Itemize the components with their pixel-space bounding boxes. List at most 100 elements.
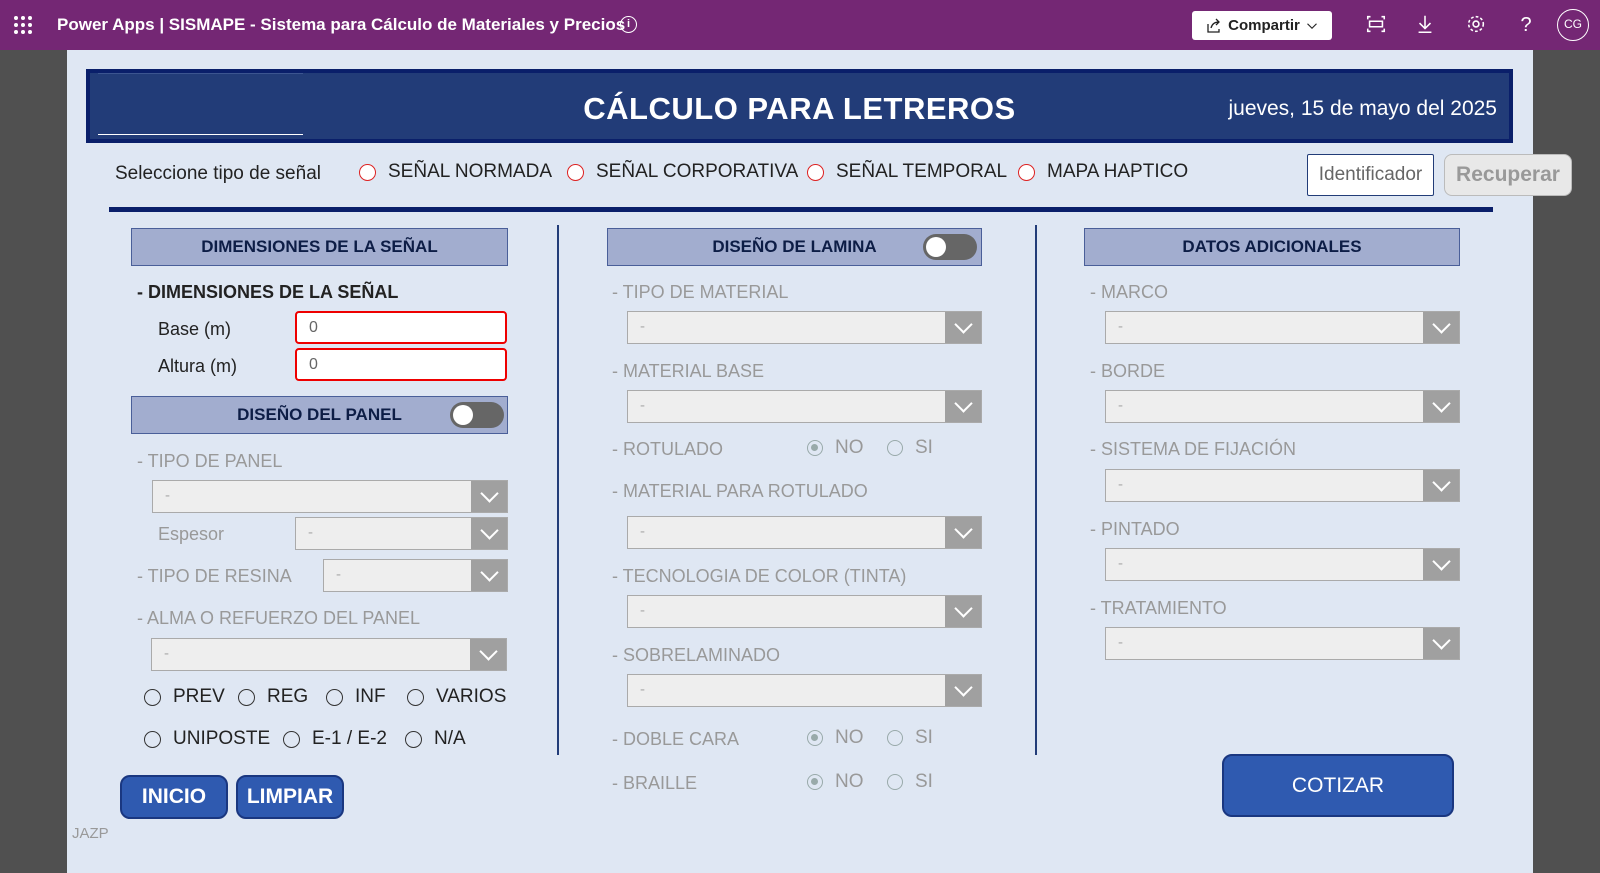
radio-circle[interactable]	[407, 688, 424, 706]
share-label: Compartir	[1228, 17, 1300, 34]
radio-circle[interactable]	[887, 774, 903, 790]
braille-no-radio[interactable]: NO	[807, 771, 864, 793]
signal-type-label: Seleccione tipo de señal	[115, 163, 321, 184]
radio-label: INF	[355, 686, 386, 707]
radio-circle[interactable]	[807, 730, 823, 746]
material-base-dropdown[interactable]: -	[627, 390, 982, 423]
tecnologia-dropdown[interactable]: -	[627, 595, 982, 628]
radio-label: NO	[835, 727, 864, 748]
dimensiones-heading: DIMENSIONES DE LA SEÑAL	[131, 228, 508, 266]
inicio-button[interactable]: INICIO	[120, 775, 228, 819]
app-launcher-icon[interactable]	[14, 16, 32, 34]
radio-circle[interactable]	[326, 688, 343, 706]
pintado-dropdown[interactable]: -	[1105, 548, 1460, 581]
chevron-down-icon[interactable]	[1423, 312, 1459, 343]
download-icon[interactable]	[1413, 13, 1437, 37]
recuperar-button[interactable]: Recuperar	[1444, 154, 1572, 196]
braille-si-radio[interactable]: SI	[887, 771, 933, 793]
diseno-panel-toggle[interactable]	[450, 402, 504, 428]
dropdown-value: -	[336, 566, 341, 583]
alma-label: - ALMA O REFUERZO DEL PANEL	[137, 608, 421, 628]
chevron-down-icon[interactable]	[470, 639, 506, 670]
radio-circle[interactable]	[405, 730, 422, 748]
radio-circle[interactable]	[144, 730, 161, 748]
radio-senal-temporal[interactable]: SEÑAL TEMPORAL	[807, 161, 1007, 183]
cotizar-button[interactable]: COTIZAR	[1222, 754, 1454, 817]
chevron-down-icon[interactable]	[945, 391, 981, 422]
doble-cara-label: - DOBLE CARA	[612, 729, 740, 749]
dropdown-value: -	[640, 523, 645, 540]
altura-label: Altura (m)	[158, 356, 238, 376]
tipo-material-dropdown[interactable]: -	[627, 311, 982, 344]
doble-cara-si-radio[interactable]: SI	[887, 727, 933, 749]
doble-cara-no-radio[interactable]: NO	[807, 727, 864, 749]
radio-label: SEÑAL CORPORATIVA	[596, 161, 799, 182]
avatar[interactable]: CG	[1557, 9, 1589, 41]
tipo-panel-dropdown[interactable]: -	[152, 480, 508, 513]
radio-na[interactable]: N/A	[405, 728, 466, 750]
diseno-lamina-heading-label: DISEÑO DE LAMINA	[712, 237, 877, 256]
radio-e1-e2[interactable]: E-1 / E-2	[283, 728, 387, 750]
chevron-down-icon[interactable]	[1423, 549, 1459, 580]
material-rotulado-dropdown[interactable]: -	[627, 516, 982, 549]
radio-circle[interactable]	[238, 688, 255, 706]
chevron-down-icon[interactable]	[471, 481, 507, 512]
radio-circle[interactable]	[887, 440, 903, 456]
radio-label: NO	[835, 771, 864, 792]
espesor-dropdown[interactable]: -	[295, 517, 508, 550]
base-input[interactable]: 0	[295, 311, 507, 344]
radio-senal-normada[interactable]: SEÑAL NORMADA	[359, 161, 552, 183]
app-title: Power Apps | SISMAPE - Sistema para Cálc…	[57, 15, 626, 34]
chevron-down-icon[interactable]	[945, 517, 981, 548]
gear-icon[interactable]	[1464, 13, 1488, 37]
radio-varios[interactable]: VARIOS	[407, 686, 506, 708]
radio-label: SI	[915, 727, 933, 748]
dropdown-value: -	[640, 681, 645, 698]
chevron-down-icon[interactable]	[1423, 628, 1459, 659]
current-date: jueves, 15 de mayo del 2025	[1228, 97, 1497, 120]
rotulado-label: - ROTULADO	[612, 439, 724, 459]
radio-reg[interactable]: REG	[238, 686, 308, 708]
radio-circle[interactable]	[807, 440, 823, 456]
identificador-input[interactable]: Identificador	[1307, 154, 1434, 196]
tecnologia-label: - TECNOLOGIA DE COLOR (TINTA)	[612, 566, 907, 586]
chevron-down-icon[interactable]	[1423, 470, 1459, 501]
radio-circle[interactable]	[283, 730, 300, 748]
chevron-down-icon[interactable]	[1423, 391, 1459, 422]
radio-prev[interactable]: PREV	[144, 686, 225, 708]
chevron-down-icon[interactable]	[471, 560, 507, 591]
chevron-down-icon[interactable]	[945, 312, 981, 343]
radio-circle[interactable]	[887, 730, 903, 746]
rotulado-no-radio[interactable]: NO	[807, 437, 864, 459]
chevron-down-icon[interactable]	[471, 518, 507, 549]
chevron-down-icon[interactable]	[945, 596, 981, 627]
altura-input[interactable]: 0	[295, 348, 507, 381]
section-divider	[109, 207, 1493, 212]
radio-mapa-haptico[interactable]: MAPA HAPTICO	[1018, 161, 1188, 183]
rotulado-si-radio[interactable]: SI	[887, 437, 933, 459]
tipo-resina-dropdown[interactable]: -	[323, 559, 508, 592]
limpiar-button[interactable]: LIMPIAR	[236, 775, 344, 819]
radio-circle[interactable]	[1018, 163, 1035, 181]
diseno-lamina-toggle[interactable]	[923, 234, 977, 260]
radio-inf[interactable]: INF	[326, 686, 386, 708]
radio-circle[interactable]	[807, 163, 824, 181]
radio-senal-corporativa[interactable]: SEÑAL CORPORATIVA	[567, 161, 798, 183]
sobrelaminado-dropdown[interactable]: -	[627, 674, 982, 707]
radio-circle[interactable]	[567, 163, 584, 181]
fit-to-window-icon[interactable]	[1364, 13, 1388, 37]
chevron-down-icon[interactable]	[945, 675, 981, 706]
alma-dropdown[interactable]: -	[151, 638, 507, 671]
marco-dropdown[interactable]: -	[1105, 311, 1460, 344]
help-icon[interactable]: ?	[1514, 13, 1538, 37]
share-button[interactable]: Compartir	[1192, 11, 1332, 40]
tratamiento-dropdown[interactable]: -	[1105, 627, 1460, 660]
radio-circle[interactable]	[807, 774, 823, 790]
radio-circle[interactable]	[144, 688, 161, 706]
borde-dropdown[interactable]: -	[1105, 390, 1460, 423]
info-icon[interactable]: i	[620, 16, 637, 33]
radio-uniposte[interactable]: UNIPOSTE	[144, 728, 270, 750]
radio-circle[interactable]	[359, 163, 376, 181]
fijacion-dropdown[interactable]: -	[1105, 469, 1460, 502]
borde-label: - BORDE	[1090, 361, 1166, 381]
